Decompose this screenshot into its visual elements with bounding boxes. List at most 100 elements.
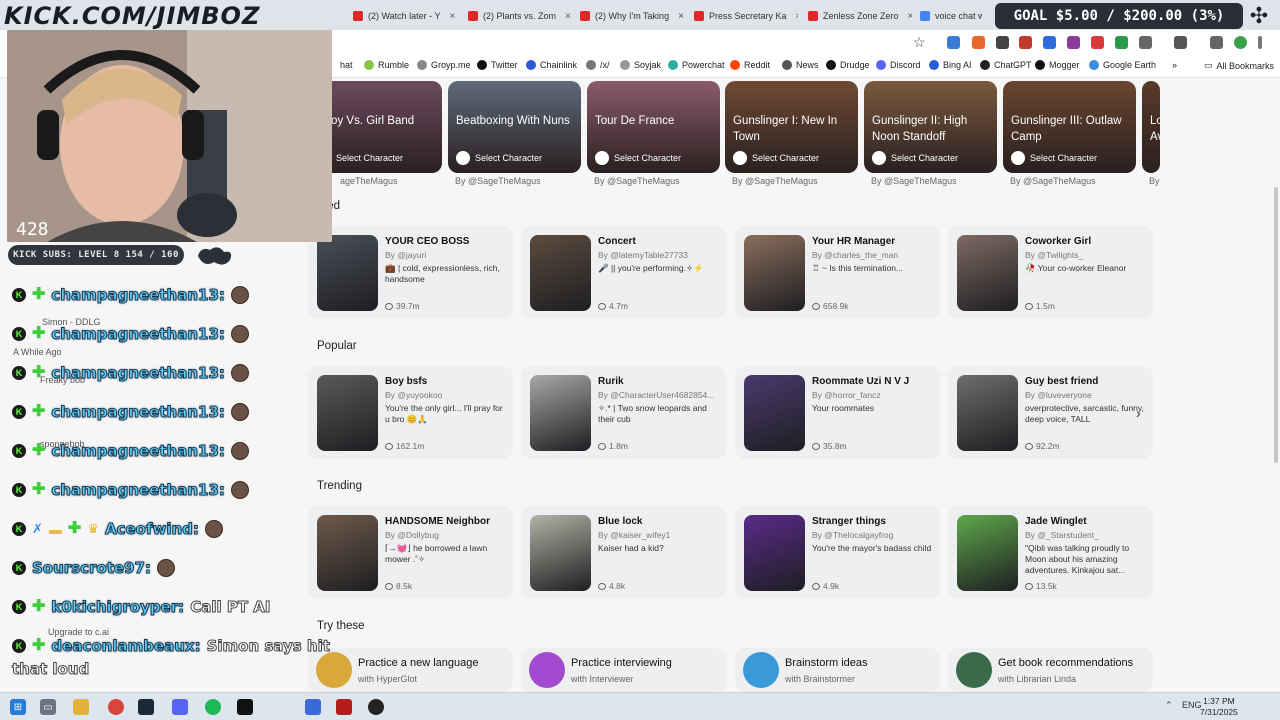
extension-icon[interactable]	[947, 36, 960, 49]
extension-icon[interactable]	[972, 36, 985, 49]
tray-chevron-icon[interactable]: ⌃	[1165, 700, 1173, 711]
app-icon[interactable]	[237, 699, 253, 715]
input-language[interactable]: ENG	[1182, 700, 1202, 710]
character-author: By @_Starstudent_	[1025, 530, 1099, 540]
scenario-card[interactable]: Gunslinger III: Outlaw Camp Select Charac…	[1003, 81, 1136, 173]
character-card[interactable]: Jade Winglet By @_Starstudent_ "Qibli was …	[948, 506, 1153, 599]
bookmarks-overflow-icon[interactable]: »	[1172, 60, 1177, 70]
bookmark-item[interactable]: Twitter	[477, 60, 518, 70]
extension-icon[interactable]	[1043, 36, 1056, 49]
task-view-icon[interactable]: ▭	[40, 699, 56, 715]
bookmark-item[interactable]: /x/	[586, 60, 610, 70]
profile-avatar-icon[interactable]	[1234, 36, 1247, 49]
scenario-card[interactable]: Beatboxing With Nuns Select Character	[448, 81, 581, 173]
extension-icon[interactable]	[996, 36, 1009, 49]
app-icon[interactable]	[336, 699, 352, 715]
select-character-button[interactable]: Select Character	[1011, 151, 1097, 165]
extension-icon[interactable]	[1115, 36, 1128, 49]
character-avatar	[530, 515, 591, 591]
character-card[interactable]: Coworker Girl By @Twilights_ 🥀 Your co-wor…	[948, 226, 1153, 319]
tab-label: Zenless Zone Zero	[823, 11, 899, 21]
character-card[interactable]: Your HR Manager By @charles_the_man ♖ ~ Is…	[735, 226, 940, 319]
bookmark-item[interactable]: Bing AI	[929, 60, 972, 70]
character-card[interactable]: Stranger things By @Thelocalgayfrog You're…	[735, 506, 940, 599]
bookmark-item[interactable]: Soyjak	[620, 60, 661, 70]
menu-icon[interactable]	[1210, 36, 1223, 49]
browser-tab[interactable]: voice chat w	[912, 5, 982, 27]
bookmark-item[interactable]: Drudge	[826, 60, 870, 70]
suggestion-subtitle: with Brainstormer	[785, 674, 856, 684]
select-character-button[interactable]: Select Character	[456, 151, 542, 165]
taskbar-clock[interactable]: 1:37 PM 7/31/2025	[1200, 696, 1238, 718]
select-character-button[interactable]: Select Character	[872, 151, 958, 165]
tab-close-icon[interactable]: ×	[450, 11, 456, 22]
character-description: overprotective, sarcastic, funny, deep v…	[1025, 403, 1144, 424]
chat-text: Call PT AI	[190, 598, 271, 617]
extension-icon[interactable]	[1091, 36, 1104, 49]
page-scrollbar[interactable]	[1274, 187, 1278, 463]
more-menu-icon[interactable]	[1258, 36, 1262, 49]
extension-icon[interactable]	[1019, 36, 1032, 49]
character-card[interactable]: Guy best friend By @luveveryone overprotec…	[948, 366, 1153, 459]
character-card[interactable]: Boy bsfs By @yuyookoo You're the only girl…	[308, 366, 513, 459]
bookmark-item[interactable]: Powerchat	[668, 60, 725, 70]
tab-favicon-icon	[694, 11, 704, 21]
suggestion-avatar-icon	[743, 652, 779, 688]
suggestion-card[interactable]: Brainstorm ideas with Brainstormer	[735, 648, 940, 692]
windows-start-icon[interactable]: ⊞	[10, 699, 26, 715]
suggestion-card[interactable]: Practice interviewing with Interviewer	[521, 648, 726, 692]
bookmark-item[interactable]: Reddit	[730, 60, 770, 70]
character-name: HANDSOME Neighbor	[385, 516, 490, 527]
bookmark-label: Reddit	[744, 60, 771, 70]
bookmark-item[interactable]: Rumble	[364, 60, 409, 70]
file-explorer-icon[interactable]	[73, 699, 89, 715]
bookmark-item[interactable]: Discord	[876, 60, 921, 70]
character-card[interactable]: Roommate Uzi N V J By @horror_fancz Your r…	[735, 366, 940, 459]
scenario-card[interactable]: Tour De France Select Character	[587, 81, 720, 173]
app-icon[interactable]	[305, 699, 321, 715]
chrome-icon[interactable]	[108, 699, 124, 715]
browser-tab[interactable]: Press Secretary Ka ×	[686, 5, 798, 27]
suggestion-card[interactable]: Get book recommendations with Librarian L…	[948, 648, 1153, 692]
bookmark-item[interactable]: Groyp.me	[417, 60, 471, 70]
character-card[interactable]: Concert By @latemyTable27733 🎤 || you're p…	[521, 226, 726, 319]
sidepanel-icon[interactable]	[1174, 36, 1187, 49]
suggestion-card[interactable]: Practice a new language with HyperGlot	[308, 648, 513, 692]
bookmark-label: ChatGPT	[994, 60, 1032, 70]
tab-close-icon[interactable]: ×	[796, 11, 798, 22]
bookmark-item[interactable]: hat	[340, 60, 353, 70]
all-bookmarks-folder[interactable]: ▭ All Bookmarks	[1204, 60, 1274, 71]
bookmark-item[interactable]: Mogger	[1035, 60, 1080, 70]
obs-icon[interactable]	[368, 699, 384, 715]
bookmark-item[interactable]: Chainlink	[526, 60, 577, 70]
browser-tab[interactable]: Zenless Zone Zero ×	[800, 5, 912, 27]
tab-close-icon[interactable]: ×	[565, 11, 571, 22]
character-card[interactable]: YOUR CEO BOSS By @jayuri 💼 | cold, express…	[308, 226, 513, 319]
scenario-card[interactable]: Gunslinger I: New In Town Select Characte…	[725, 81, 858, 173]
sub-badge-icon: ✚	[32, 598, 46, 615]
bookmark-item[interactable]: Google Earth	[1089, 60, 1156, 70]
browser-tab[interactable]: (2) Why I'm Taking ×	[572, 5, 684, 27]
scenario-card[interactable]: Gunslinger II: High Noon Standoff Select …	[864, 81, 997, 173]
interaction-count-value: 92.2m	[1036, 441, 1060, 451]
bookmark-item[interactable]: ChatGPT	[980, 60, 1032, 70]
carousel-next-chevron-icon[interactable]: ›	[1136, 405, 1141, 421]
browser-tab[interactable]: (2) Plants vs. Zom ×	[460, 5, 572, 27]
puzzle-extensions-icon[interactable]	[1139, 36, 1152, 49]
browser-tab[interactable]: (2) Watch later - Y ×	[345, 5, 457, 27]
bookmark-star-icon[interactable]: ☆	[913, 34, 926, 51]
steam-icon[interactable]	[138, 699, 154, 715]
extension-icon[interactable]	[1067, 36, 1080, 49]
discord-icon[interactable]	[172, 699, 188, 715]
chat-emote-icon	[230, 364, 249, 382]
select-character-button[interactable]: Select Character	[595, 151, 681, 165]
spotify-icon[interactable]	[205, 699, 221, 715]
character-card[interactable]: Blue lock By @kaiser_wifey1 Kaiser had a k…	[521, 506, 726, 599]
tab-close-icon[interactable]: ×	[678, 11, 684, 22]
select-character-button[interactable]: Select Character	[733, 151, 819, 165]
stream-title: KICK.COM/JIMBOZ	[4, 2, 261, 30]
bookmark-item[interactable]: News	[782, 60, 819, 70]
character-card[interactable]: Rurik By @CharacterUser4682854... ✧.* | Tw…	[521, 366, 726, 459]
character-card[interactable]: HANDSOME Neighbor By @Dollybug ⌈→💓⌋ he bor…	[308, 506, 513, 599]
scenario-card[interactable]: Lo Av	[1142, 81, 1160, 173]
